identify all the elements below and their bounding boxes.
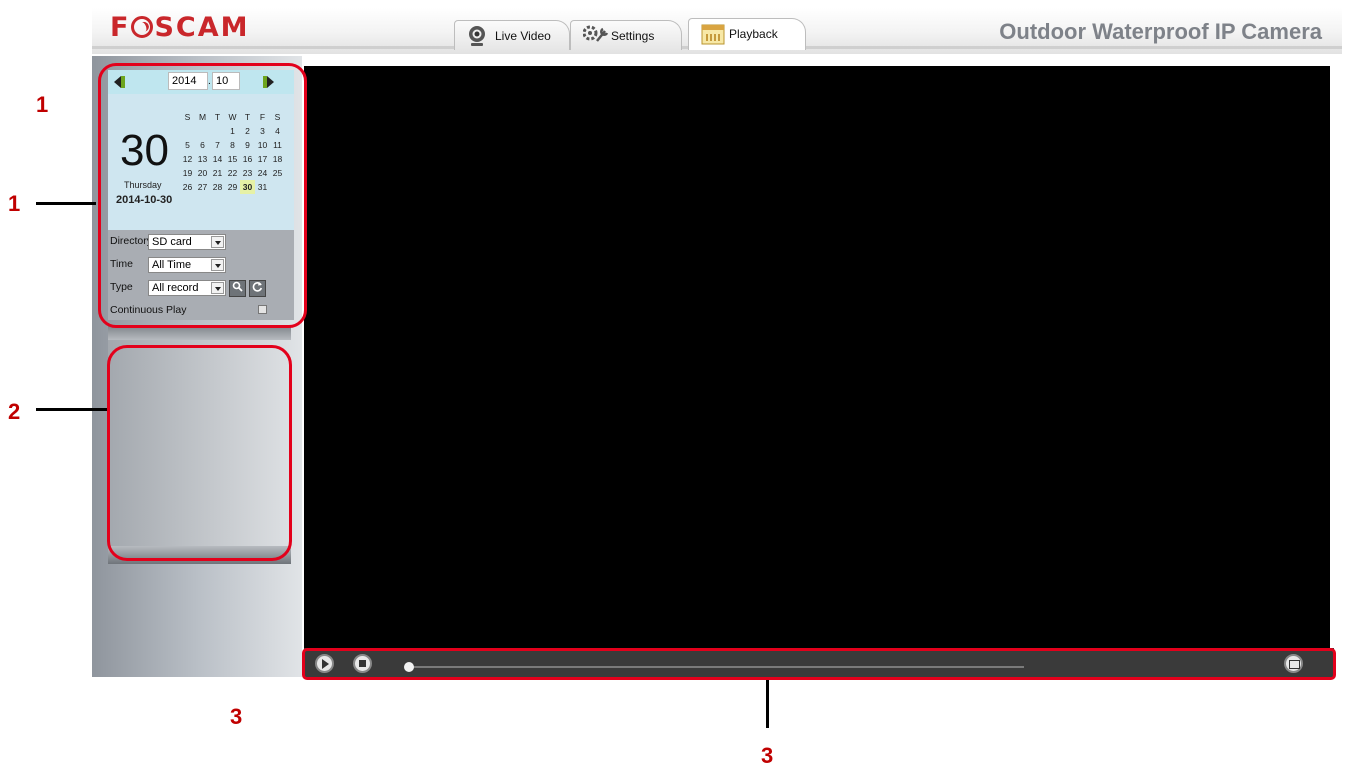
callout-box-1 — [98, 63, 307, 328]
callout-box-3 — [302, 648, 1336, 680]
callout-number-1: 1 — [36, 92, 49, 117]
tab-playback[interactable]: Playback — [688, 18, 806, 50]
callout-number-1-pointer: 1 — [8, 191, 21, 216]
callout-leader-line-1 — [36, 202, 96, 205]
tab-label: Playback — [729, 27, 778, 41]
callout-number-3-pointer: 3 — [761, 743, 774, 768]
tab-label: Live Video — [495, 29, 551, 43]
tab-live-video[interactable]: Live Video — [454, 20, 570, 50]
record-list-header — [108, 326, 291, 340]
tab-label: Settings — [611, 29, 655, 43]
product-title: Outdoor Waterproof IP Camera — [999, 19, 1322, 44]
tab-settings[interactable]: Settings — [570, 20, 682, 50]
video-display[interactable] — [304, 66, 1330, 648]
foscam-logo: F SCAM — [110, 12, 250, 43]
webcam-icon — [467, 25, 487, 58]
callout-leader-line-2 — [36, 408, 107, 411]
callout-number-3: 3 — [230, 704, 243, 729]
callout-leader-line-3 — [766, 680, 769, 728]
callout-number-2: 2 — [8, 399, 21, 424]
gears-icon — [582, 25, 609, 56]
callout-box-2 — [107, 345, 292, 561]
calendar-icon — [701, 23, 725, 56]
